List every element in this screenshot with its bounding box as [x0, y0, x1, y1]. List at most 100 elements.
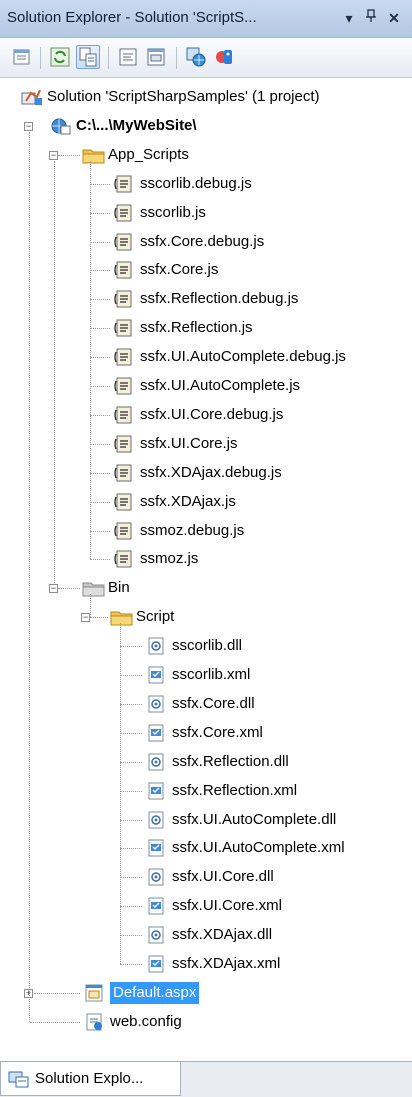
solution-explorer-icon	[8, 1071, 29, 1088]
tree-node-ssfx-reflection-js[interactable]: ssfx.Reflection.js	[0, 314, 412, 342]
tree-guide-line	[120, 964, 142, 965]
tree-node-sscorlib-debug-js[interactable]: sscorlib.debug.js	[0, 170, 412, 198]
window-position-dropdown-icon[interactable]: ▾	[339, 8, 359, 28]
tree-node-sscorlib-dll[interactable]: sscorlib.dll	[0, 632, 412, 660]
toolbar-separator	[108, 47, 109, 69]
js-icon	[114, 289, 134, 309]
tree-node-ssfx-ui-autocomplete-js[interactable]: ssfx.UI.AutoComplete.js	[0, 372, 412, 400]
tree-guide-line	[120, 703, 142, 705]
tree-node-label: ssmoz.debug.js	[140, 521, 245, 539]
refresh-button[interactable]	[48, 45, 72, 69]
window-title: Solution Explorer - Solution 'ScriptS...	[7, 9, 257, 26]
js-icon	[114, 549, 134, 569]
tree-node-label: ssfx.XDAjax.debug.js	[140, 463, 282, 481]
properties-button[interactable]	[10, 45, 34, 69]
tree-guide-line	[90, 443, 110, 445]
solution-explorer-tab-label: Solution Explo...	[35, 1070, 144, 1087]
tree-guide-line	[90, 328, 110, 330]
js-icon	[114, 232, 134, 252]
tree-node-label: ssfx.Reflection.dll	[172, 752, 289, 770]
tree-node-sscorlib-js[interactable]: sscorlib.js	[0, 199, 412, 227]
title-bar[interactable]: Solution Explorer - Solution 'ScriptS...…	[0, 0, 412, 38]
tree-node-ssfx-reflection-dll[interactable]: ssfx.Reflection.dll	[0, 748, 412, 776]
tree-node-label: sscorlib.js	[140, 203, 206, 221]
tree-guide-line	[120, 848, 142, 850]
tree-node-ssfx-ui-core-debug-js[interactable]: ssfx.UI.Core.debug.js	[0, 401, 412, 429]
solution-explorer-window: Solution Explorer - Solution 'ScriptS...…	[0, 0, 412, 1097]
tree-node-label: ssfx.XDAjax.xml	[172, 955, 281, 972]
tree-node-ssfx-ui-core-xml[interactable]: ssfx.UI.Core.xml	[0, 892, 412, 920]
tree-guide-line	[120, 906, 142, 908]
tree-node-ssfx-core-dll[interactable]: ssfx.Core.dll	[0, 690, 412, 718]
toolbar-separator	[176, 47, 177, 69]
copy-web-site-button[interactable]	[184, 45, 208, 69]
tree-node-ssfx-xdajax-js[interactable]: ssfx.XDAjax.js	[0, 488, 412, 516]
tree-node-label: ssfx.XDAjax.js	[140, 492, 236, 510]
tree-guide-line	[90, 241, 110, 243]
solution-tree[interactable]: Solution 'ScriptSharpSamples' (1 project…	[0, 78, 412, 1061]
tree-node-project[interactable]: C:\...\MyWebSite\	[0, 112, 412, 140]
tree-guide-line	[120, 732, 142, 734]
tree-node-ssfx-reflection-xml[interactable]: ssfx.Reflection.xml	[0, 777, 412, 805]
js-icon	[114, 492, 134, 512]
tree-guide-line	[90, 212, 110, 214]
close-icon[interactable]: ✕	[384, 8, 404, 28]
show-all-files-button[interactable]	[76, 45, 100, 69]
tree-guide-line	[120, 935, 142, 937]
tree-node-script-folder[interactable]: Script	[0, 603, 412, 631]
dll-icon	[146, 867, 166, 887]
tree-node-label: ssfx.UI.Core.js	[140, 434, 238, 452]
tree-guide-line	[120, 790, 142, 792]
tree-node-label: ssfx.Reflection.xml	[172, 781, 298, 799]
tree-node-ssfx-reflection-debug-js[interactable]: ssfx.Reflection.debug.js	[0, 285, 412, 313]
tree-guide-line	[120, 675, 142, 676]
tree-node-label: ssfx.Reflection.js	[140, 319, 253, 337]
xml-icon	[146, 896, 166, 916]
folder-gray-icon	[82, 578, 105, 598]
tree-guide-line	[120, 877, 142, 879]
tree-node-label: Script	[136, 608, 175, 626]
tree-guide-line	[90, 414, 110, 416]
dll-icon	[146, 925, 166, 945]
js-icon	[114, 203, 134, 223]
tree-guide-line	[30, 1021, 80, 1023]
xml-icon	[146, 723, 166, 743]
tree-guide-line	[90, 183, 110, 185]
view-code-button[interactable]	[116, 45, 140, 69]
tree-node-label: Default.aspx	[110, 981, 200, 1004]
tree-node-ssfx-xdajax-xml[interactable]: ssfx.XDAjax.xml	[0, 950, 412, 978]
aspx-icon	[84, 983, 104, 1003]
tree-node-ssfx-ui-core-js[interactable]: ssfx.UI.Core.js	[0, 430, 412, 458]
auto-hide-pin-icon[interactable]	[361, 8, 381, 28]
asp-net-configuration-button[interactable]	[212, 45, 236, 69]
tree-node-label: ssfx.Core.xml	[172, 723, 263, 741]
tree-node-sscorlib-xml[interactable]: sscorlib.xml	[0, 661, 412, 689]
tree-node-label: ssfx.UI.Core.debug.js	[140, 405, 284, 423]
tree-node-ssfx-ui-core-dll[interactable]: ssfx.UI.Core.dll	[0, 863, 412, 891]
tree-guide-line	[90, 270, 110, 272]
tree-node-ssfx-core-xml[interactable]: ssfx.Core.xml	[0, 719, 412, 747]
tree-node-ssfx-ui-autocomplete-dll[interactable]: ssfx.UI.AutoComplete.dll	[0, 806, 412, 834]
tree-node-ssfx-ui-autocomplete-xml[interactable]: ssfx.UI.AutoComplete.xml	[0, 834, 412, 862]
tree-node-ssfx-core-debug-js[interactable]: ssfx.Core.debug.js	[0, 228, 412, 256]
tree-node-ssfx-core-js[interactable]: ssfx.Core.js	[0, 256, 412, 284]
solution-explorer-tab[interactable]: Solution Explo...	[0, 1062, 181, 1096]
xml-icon	[146, 781, 166, 801]
tree-node-ssmoz-debug-js[interactable]: ssmoz.debug.js	[0, 517, 412, 545]
tree-guide-line	[120, 623, 121, 964]
view-designer-button[interactable]	[144, 45, 168, 69]
tree-guide-line	[90, 501, 110, 503]
tree-node-ssfx-xdajax-debug-js[interactable]: ssfx.XDAjax.debug.js	[0, 459, 412, 487]
bottom-tab-strip: Solution Explo...	[0, 1061, 412, 1097]
tree-guide-line	[54, 160, 55, 584]
tree-node-ssmoz-js[interactable]: ssmoz.js	[0, 545, 412, 573]
tree-node-solution[interactable]: Solution 'ScriptSharpSamples' (1 project…	[0, 83, 412, 111]
tree-node-label: ssfx.XDAjax.dll	[172, 926, 273, 944]
js-icon	[114, 405, 134, 425]
tree-guide-line	[90, 559, 110, 561]
tree-node-ssfx-ui-autocomplete-debug-js[interactable]: ssfx.UI.AutoComplete.debug.js	[0, 343, 412, 371]
tree-guide-line	[58, 154, 80, 156]
tree-guide-line	[90, 617, 108, 619]
js-icon	[114, 174, 134, 194]
tree-node-ssfx-xdajax-dll[interactable]: ssfx.XDAjax.dll	[0, 921, 412, 949]
